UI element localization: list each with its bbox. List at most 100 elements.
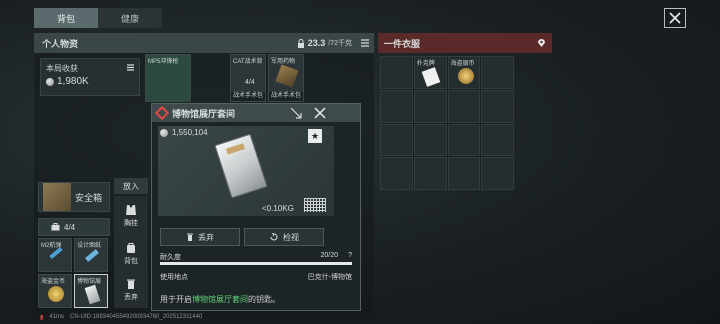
coin-icon bbox=[46, 77, 54, 86]
weight-current: 23.3 bbox=[307, 38, 326, 48]
action-discard[interactable]: 丢弃 bbox=[114, 272, 148, 308]
rarity-diamond-icon bbox=[154, 105, 170, 121]
grid-item-silver-coin[interactable]: 海盗银币 bbox=[447, 56, 481, 89]
inspect-button[interactable]: 检视 bbox=[244, 228, 324, 246]
slot-sub: 战术手术包 bbox=[231, 92, 265, 101]
coin-icon bbox=[160, 128, 168, 137]
blueprint-icon bbox=[85, 249, 99, 262]
item-label: 博物馆展 bbox=[77, 279, 102, 285]
grid-cell[interactable] bbox=[380, 89, 413, 123]
earnings-label: 本局收获 bbox=[46, 64, 78, 73]
case-icon bbox=[51, 223, 60, 231]
weapon-slot[interactable]: MP5冲锋枪 bbox=[145, 54, 191, 102]
use-location-value: 巴克什-博物馆 bbox=[307, 274, 352, 281]
item-label: 海盗银币 bbox=[450, 61, 475, 67]
small-item-1[interactable]: M2航弹 bbox=[38, 238, 72, 272]
popup-header: 博物馆展厅套间 bbox=[152, 104, 360, 122]
status-bar: ▮ 41ms CN-UID:18934045549200934760_20251… bbox=[40, 314, 202, 321]
silver-coin-icon bbox=[457, 68, 474, 84]
grid-cell[interactable] bbox=[413, 157, 447, 190]
tab-backpack[interactable]: 背包 bbox=[34, 8, 98, 28]
slot-count: 4/4 bbox=[245, 79, 255, 86]
grid-cell[interactable] bbox=[447, 123, 481, 157]
action-backpack[interactable]: 背包 bbox=[114, 236, 148, 272]
item-label: 海盗金币 bbox=[41, 279, 66, 285]
grid-cell[interactable] bbox=[481, 56, 514, 89]
slot-label: MP5冲锋枪 bbox=[148, 59, 179, 65]
help-icon[interactable]: ? bbox=[348, 252, 352, 259]
close-button[interactable] bbox=[664, 8, 686, 28]
backpack-icon bbox=[127, 243, 135, 253]
slot-sub: 战术手术包 bbox=[269, 92, 303, 101]
close-icon[interactable] bbox=[314, 107, 326, 119]
gear-slot-1[interactable]: CAT战术背 4/4 战术手术包 bbox=[230, 54, 266, 102]
item-preview: 1,550,104 ★ <0.10KG bbox=[158, 126, 334, 216]
use-location-label: 使用地点 bbox=[160, 274, 188, 281]
earnings-value: 1,980K bbox=[46, 76, 134, 87]
location-pin-icon[interactable] bbox=[537, 38, 546, 48]
earnings-box: 本局收获 1,980K bbox=[40, 58, 140, 96]
top-tabs: 背包 健康 bbox=[34, 8, 162, 28]
grid-cell[interactable] bbox=[481, 89, 514, 123]
uid: CN-UID:18934045549200934760_202512311440 bbox=[69, 314, 203, 320]
safe-label: 安全箱 bbox=[75, 192, 103, 203]
gold-coin-icon bbox=[48, 286, 64, 302]
medkit-icon bbox=[275, 64, 299, 88]
durability-value: 20/20 bbox=[320, 252, 338, 259]
weight-max: /72千克 bbox=[328, 40, 352, 47]
grid-cell[interactable] bbox=[447, 157, 481, 190]
small-item-2[interactable]: 设计图纸 bbox=[74, 238, 108, 272]
collapse-icon[interactable] bbox=[290, 107, 302, 119]
gear-slot-2[interactable]: 军用药物 战术手术包 bbox=[268, 54, 304, 102]
durability-fill bbox=[160, 262, 352, 265]
discard-button[interactable]: 丢弃 bbox=[160, 228, 240, 246]
lock-icon bbox=[297, 38, 304, 48]
grid-cell[interactable] bbox=[413, 89, 447, 123]
grid-item-poker[interactable]: 扑克牌 bbox=[413, 56, 447, 89]
grid-cell[interactable] bbox=[481, 123, 514, 157]
durability-label: 耐久度 bbox=[160, 254, 181, 261]
safe-icon bbox=[43, 183, 71, 211]
vest-icon bbox=[126, 205, 136, 215]
panel-title: 个人物资 bbox=[42, 38, 79, 49]
durability-row: 耐久度 20/20 ? bbox=[160, 252, 352, 262]
clothing-header: 一件衣服 bbox=[378, 33, 552, 53]
tab-health[interactable]: 健康 bbox=[98, 8, 162, 28]
item-detail-popup: 博物馆展厅套间 1,550,104 ★ <0.10KG 丢弃 检视 耐久度 20… bbox=[151, 103, 361, 311]
item-label: 扑克牌 bbox=[416, 61, 435, 67]
signal-icon: ▮ bbox=[40, 315, 44, 321]
favorite-star-button[interactable]: ★ bbox=[308, 129, 322, 143]
playing-cards-icon bbox=[421, 67, 441, 87]
grid-cell[interactable] bbox=[380, 157, 413, 190]
clothing-grid: 扑克牌 海盗银币 bbox=[380, 56, 514, 190]
item-weight: <0.10KG bbox=[262, 204, 294, 213]
keycard-icon bbox=[84, 284, 101, 305]
container-count: 4/4 bbox=[38, 218, 110, 236]
safe-box[interactable]: 安全箱 bbox=[38, 182, 110, 212]
desc-highlight: 博物馆展厅套间 bbox=[192, 295, 248, 304]
slot-label: 军用药物 bbox=[271, 59, 296, 65]
put-in-header: 放入 bbox=[114, 178, 148, 194]
small-item-3[interactable]: 海盗金币 bbox=[38, 274, 72, 308]
grid-cell[interactable] bbox=[380, 123, 413, 157]
trash-icon bbox=[187, 233, 193, 241]
close-icon bbox=[669, 12, 681, 24]
action-column: 胸挂 背包 丢弃 bbox=[114, 196, 148, 308]
grid-cell[interactable] bbox=[380, 56, 413, 89]
ping: 41ms bbox=[49, 314, 64, 320]
clothing-title: 一件衣服 bbox=[384, 38, 421, 49]
use-location-row: 使用地点 巴克什-博物馆 bbox=[160, 272, 352, 282]
rotate-icon bbox=[270, 233, 278, 241]
grid-cell[interactable] bbox=[481, 157, 514, 190]
item-label: 设计图纸 bbox=[77, 243, 102, 249]
list-icon[interactable] bbox=[360, 38, 370, 48]
trash-icon bbox=[127, 279, 135, 289]
weight-indicator: 23.3/72千克 bbox=[297, 33, 352, 53]
small-item-4[interactable]: 博物馆展 bbox=[74, 274, 108, 308]
durability-bar bbox=[160, 262, 352, 265]
grid-cell[interactable] bbox=[413, 123, 447, 157]
grid-cell[interactable] bbox=[447, 89, 481, 123]
item-price: 1,550,104 bbox=[160, 128, 208, 137]
list-icon[interactable] bbox=[126, 63, 135, 72]
action-vest[interactable]: 胸挂 bbox=[114, 198, 148, 234]
